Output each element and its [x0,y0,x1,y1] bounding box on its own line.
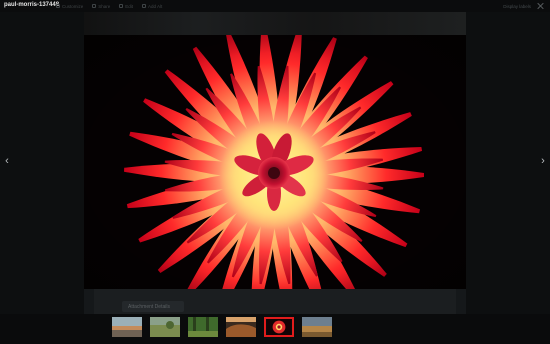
main-image [84,35,466,289]
toolbar-customize[interactable]: Customize [56,4,83,9]
display-labels-toggle[interactable]: Display labels [503,4,531,9]
background-header [84,12,466,36]
thumbnail-red-flower[interactable] [264,317,294,337]
right-controls: Display labels [503,2,544,10]
thumbnail-desert-landscape[interactable] [302,317,332,337]
toolbar-add-alt[interactable]: Add Alt [142,4,162,9]
toolbar-edit[interactable]: Edit [119,4,133,9]
toolbar: Customize Share Edit Add Alt [56,2,162,10]
top-bar: paul-morris-137448 Customize Share Edit … [0,0,550,12]
toolbar-edit-label: Edit [125,3,134,9]
thumbnail-green-field[interactable] [150,317,180,337]
thumbnail-green-forest[interactable] [188,317,218,337]
toolbar-customize-label: Customize [62,3,84,9]
close-icon[interactable] [536,2,544,10]
previous-arrow-icon[interactable]: ‹ [2,154,12,168]
share-icon [92,4,97,8]
attachment-details-tab[interactable]: Attachment Details [122,301,184,312]
next-arrow-icon[interactable]: › [538,154,548,168]
filmstrip [112,317,332,339]
toolbar-share[interactable]: Share [92,4,110,9]
toolbar-add-alt-label: Add Alt [148,3,163,9]
edit-icon [119,4,124,8]
toolbar-share-label: Share [98,3,111,9]
thumbnail-canyon-sunset[interactable] [226,317,256,337]
image-title: paul-morris-137448 [4,2,60,8]
add-alt-icon [142,4,147,8]
customize-icon [56,4,60,8]
thumbnail-coastal-landscape[interactable] [112,317,142,337]
attachment-details-tab-label: Attachment Details [128,304,170,310]
